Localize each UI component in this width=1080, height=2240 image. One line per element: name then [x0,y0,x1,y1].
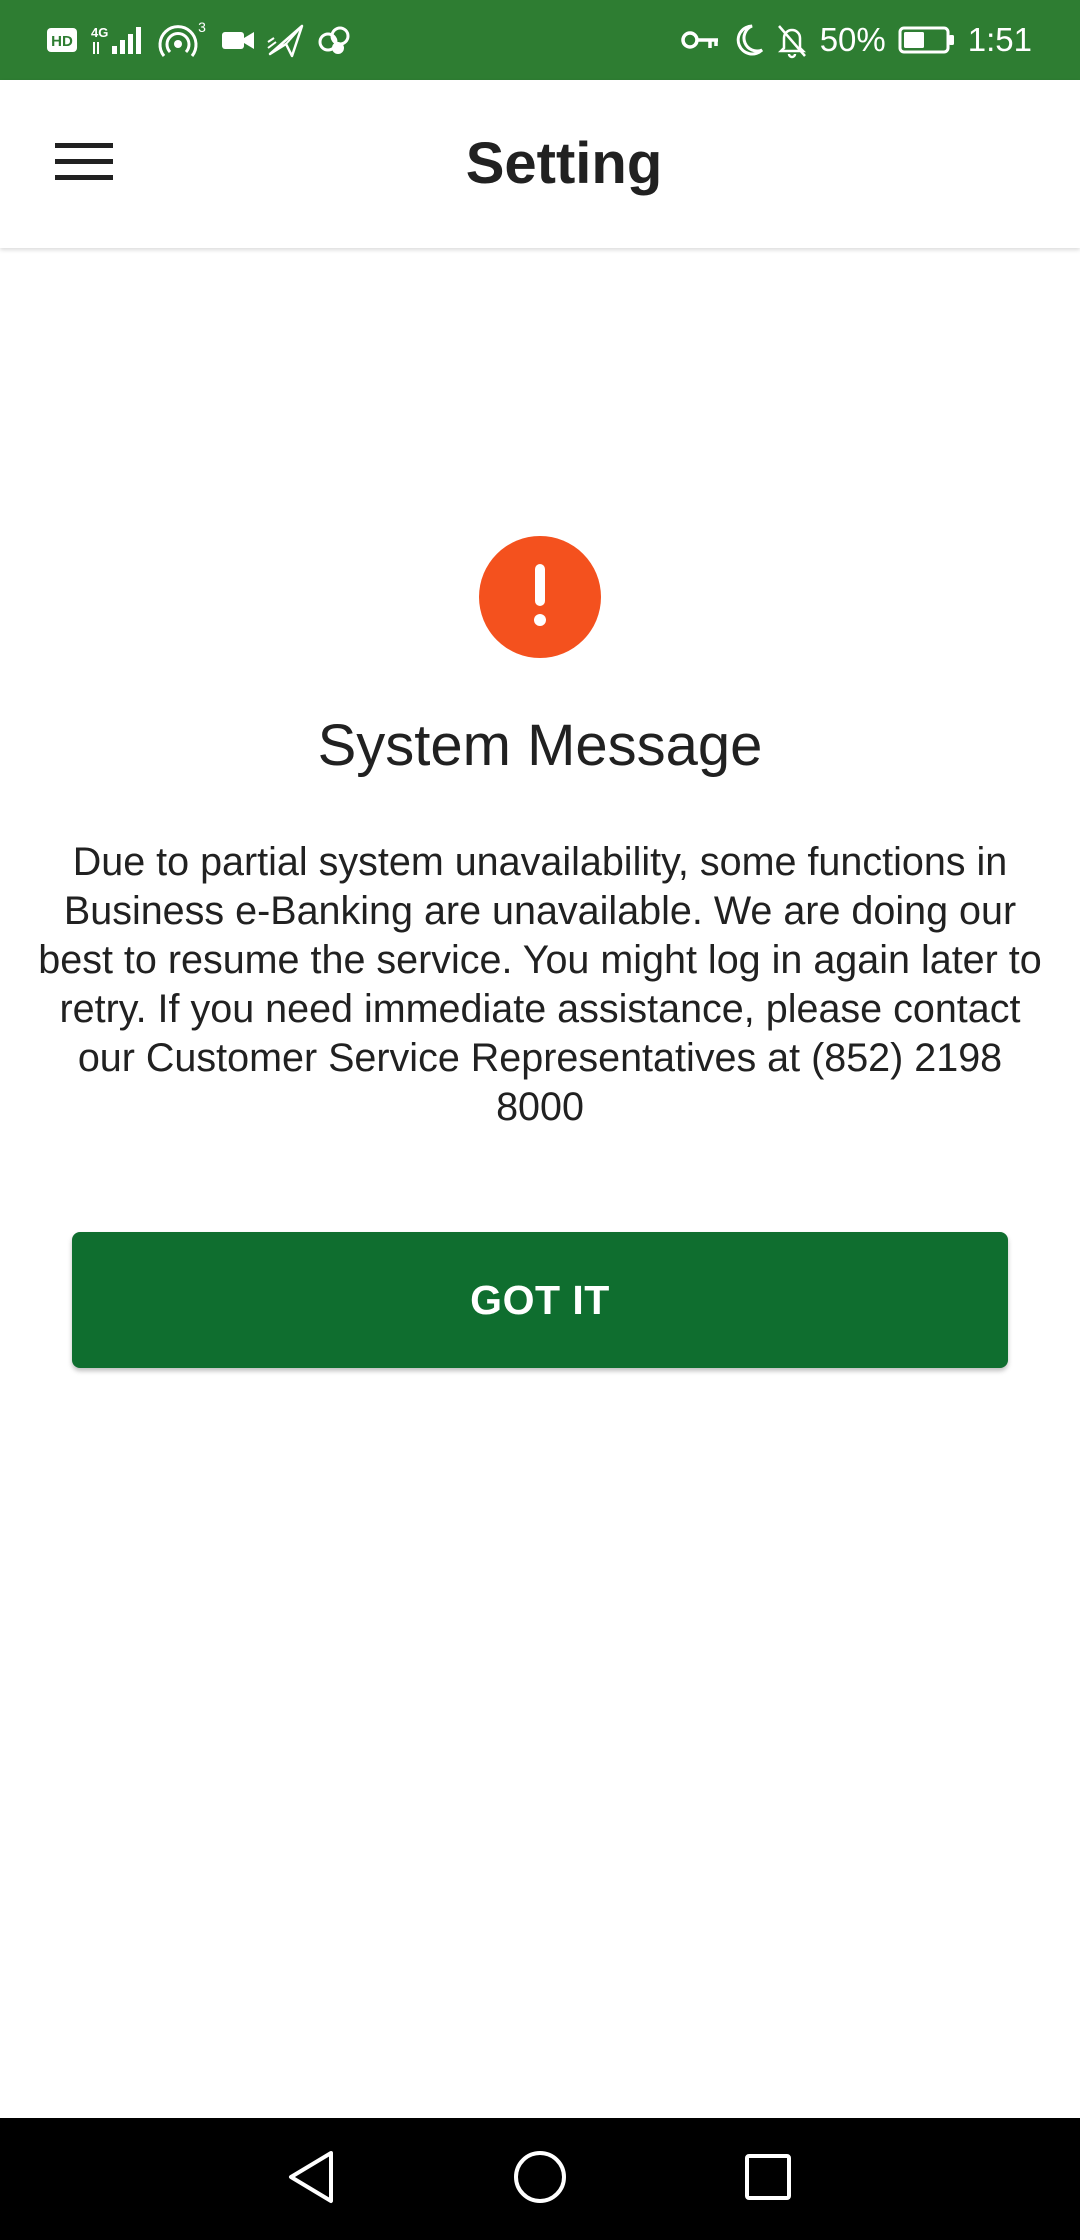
dialog-message: Due to partial system unavailability, so… [38,840,1042,1129]
battery-percent: 50% [819,21,886,58]
hotspot-icon: 3 [158,19,210,60]
dialog-title: System Message [317,713,763,778]
clock: 1:51 [967,21,1032,58]
status-bar: HD 4G 3 50% 1:51 [0,0,1080,80]
vpn-key-icon [680,20,720,60]
status-left-icons: HD 4G 3 [46,16,352,64]
hamburger-menu-button[interactable] [40,124,128,204]
system-nav-bar [0,2118,1080,2240]
hd-icon-label: HD [51,33,73,50]
exclamation-icon [479,536,601,658]
4g-signal-icon: 4G [90,20,148,60]
back-triangle-icon [283,2147,337,2212]
recents-square-icon [741,2150,795,2209]
back-button[interactable] [274,2143,346,2215]
got-it-button[interactable]: GOT IT [72,1232,1008,1368]
network-type-label: 4G [91,25,108,40]
page-title: Setting [465,131,663,196]
battery-icon [898,20,956,60]
home-button[interactable] [504,2143,576,2215]
moon-icon [732,20,764,60]
bell-off-icon [776,20,808,60]
recents-button[interactable] [732,2143,804,2215]
paper-plane-icon [266,20,306,60]
screen: HD 4G 3 50% 1:51 Setting System Message … [0,0,1080,2240]
home-circle-icon [510,2147,570,2212]
hotspot-count: 3 [198,20,206,35]
status-right-icons: 50% 1:51 [680,16,1032,64]
hamburger-menu-icon [55,141,113,188]
cloud-sync-icon [316,20,352,60]
app-bar: Setting [0,80,1080,248]
hd-icon: HD [46,20,80,60]
video-camera-icon [220,20,256,60]
